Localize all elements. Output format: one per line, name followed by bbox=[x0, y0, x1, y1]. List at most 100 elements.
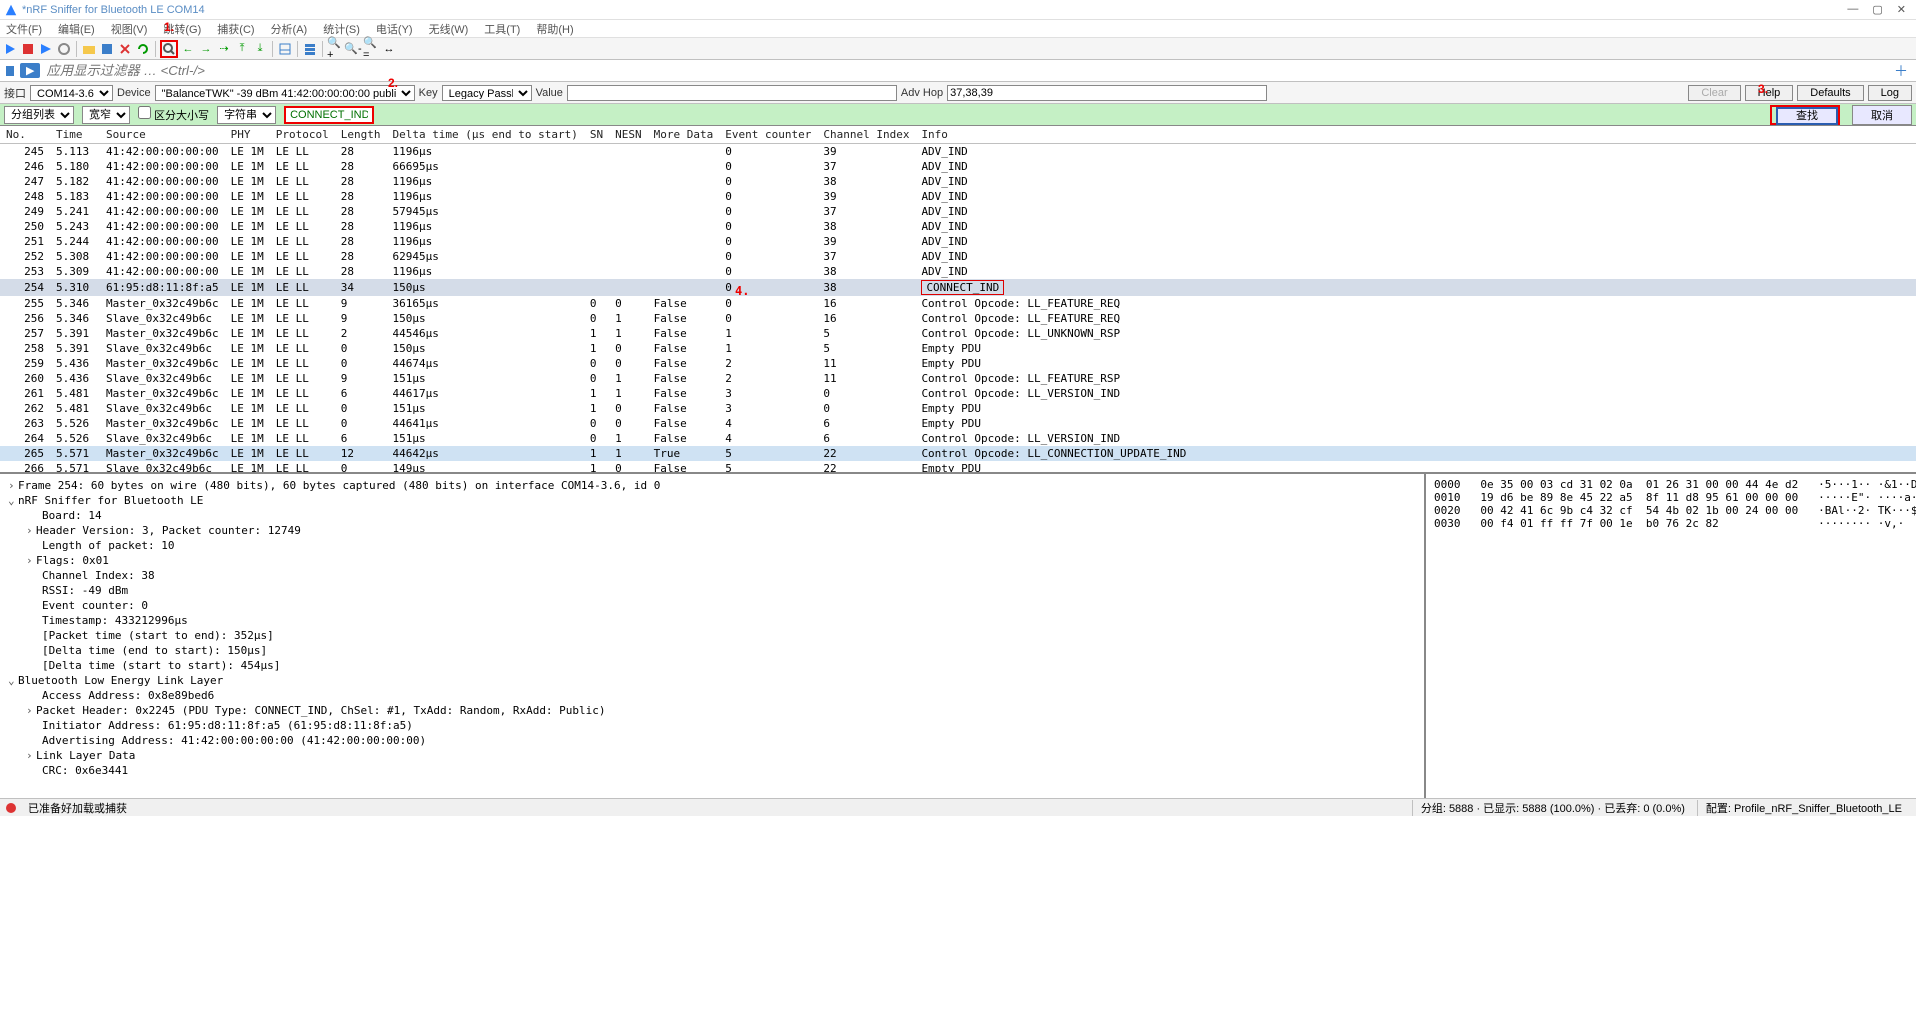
table-row[interactable]: 2605.436Slave_0x32c49b6cLE 1MLE LL9151µs… bbox=[0, 371, 1916, 386]
go-forward-icon[interactable]: → bbox=[198, 41, 214, 57]
go-last-icon[interactable]: ⤓ bbox=[252, 41, 268, 57]
table-row[interactable]: 2565.346Slave_0x32c49b6cLE 1MLE LL9150µs… bbox=[0, 311, 1916, 326]
detail-line[interactable]: [Delta time (start to start): 454µs] bbox=[8, 658, 1416, 673]
display-filter-input[interactable] bbox=[42, 61, 1886, 80]
find-type-select[interactable]: 字符串 bbox=[217, 106, 276, 124]
help-button[interactable]: Help bbox=[1745, 85, 1794, 101]
menu-edit[interactable]: 编辑(E) bbox=[54, 21, 99, 37]
menu-capture[interactable]: 捕获(C) bbox=[213, 21, 258, 37]
table-row[interactable]: 2615.481Master_0x32c49b6cLE 1MLE LL64461… bbox=[0, 386, 1916, 401]
table-row[interactable]: 2525.30841:42:00:00:00:00LE 1MLE LL28629… bbox=[0, 249, 1916, 264]
table-row[interactable]: 2575.391Master_0x32c49b6cLE 1MLE LL24454… bbox=[0, 326, 1916, 341]
zoom-out-icon[interactable]: 🔍- bbox=[345, 41, 361, 57]
start-capture-icon[interactable] bbox=[2, 41, 18, 57]
filter-apply-icon[interactable]: ▶ bbox=[20, 63, 40, 78]
maximize-button[interactable]: ▢ bbox=[1872, 3, 1882, 16]
table-row[interactable]: 2495.24141:42:00:00:00:00LE 1MLE LL28579… bbox=[0, 204, 1916, 219]
key-type-select[interactable]: Legacy Passkey bbox=[442, 85, 532, 101]
detail-line[interactable]: Advertising Address: 41:42:00:00:00:00 (… bbox=[8, 733, 1416, 748]
table-row[interactable]: 2485.18341:42:00:00:00:00LE 1MLE LL28119… bbox=[0, 189, 1916, 204]
clear-button[interactable]: Clear bbox=[1688, 85, 1740, 101]
find-cancel-button[interactable]: 取消 bbox=[1852, 105, 1912, 125]
detail-line[interactable]: Flags: 0x01 bbox=[8, 553, 1416, 568]
detail-line[interactable]: Length of packet: 10 bbox=[8, 538, 1416, 553]
menu-file[interactable]: 文件(F) bbox=[2, 21, 46, 37]
bookmark-icon[interactable] bbox=[2, 63, 18, 79]
table-row[interactable]: 2515.24441:42:00:00:00:00LE 1MLE LL28119… bbox=[0, 234, 1916, 249]
go-to-icon[interactable]: ⇢ bbox=[216, 41, 232, 57]
advhop-input[interactable] bbox=[947, 85, 1267, 101]
table-row[interactable]: 2455.11341:42:00:00:00:00LE 1MLE LL28119… bbox=[0, 144, 1916, 160]
options-icon[interactable] bbox=[56, 41, 72, 57]
find-search-button[interactable]: 查找 bbox=[1776, 107, 1838, 125]
packet-details[interactable]: Frame 254: 60 bytes on wire (480 bits), … bbox=[0, 474, 1426, 798]
table-row[interactable]: 2585.391Slave_0x32c49b6cLE 1MLE LL0150µs… bbox=[0, 341, 1916, 356]
reload-icon[interactable] bbox=[135, 41, 151, 57]
menu-wireless[interactable]: 无线(W) bbox=[425, 21, 473, 37]
detail-line[interactable]: Packet Header: 0x2245 (PDU Type: CONNECT… bbox=[8, 703, 1416, 718]
table-row[interactable]: 2635.526Master_0x32c49b6cLE 1MLE LL04464… bbox=[0, 416, 1916, 431]
detail-line[interactable]: Initiator Address: 61:95:d8:11:8f:a5 (61… bbox=[8, 718, 1416, 733]
detail-line[interactable]: [Packet time (start to end): 352µs] bbox=[8, 628, 1416, 643]
zoom-in-icon[interactable]: 🔍+ bbox=[327, 41, 343, 57]
device-select[interactable]: "BalanceTWK" -39 dBm 41:42:00:00:00:00 p… bbox=[155, 85, 415, 101]
expert-info-icon[interactable] bbox=[6, 803, 16, 813]
table-row[interactable]: 2475.18241:42:00:00:00:00LE 1MLE LL28119… bbox=[0, 174, 1916, 189]
menu-telephony[interactable]: 电话(Y) bbox=[372, 21, 417, 37]
detail-line[interactable]: CRC: 0x6e3441 bbox=[8, 763, 1416, 778]
detail-line[interactable]: Board: 14 bbox=[8, 508, 1416, 523]
find-term-input[interactable] bbox=[286, 108, 372, 122]
table-row[interactable]: 2595.436Master_0x32c49b6cLE 1MLE LL04467… bbox=[0, 356, 1916, 371]
minimize-button[interactable]: — bbox=[1847, 3, 1858, 16]
close-file-icon[interactable] bbox=[117, 41, 133, 57]
value-input[interactable] bbox=[567, 85, 897, 101]
detail-line[interactable]: Frame 254: 60 bytes on wire (480 bits), … bbox=[8, 478, 1416, 493]
detail-line[interactable]: Event counter: 0 bbox=[8, 598, 1416, 613]
colorize-icon[interactable] bbox=[302, 41, 318, 57]
table-row[interactable]: 2555.346Master_0x32c49b6cLE 1MLE LL93616… bbox=[0, 296, 1916, 311]
packet-bytes[interactable]: 0000 0e 35 00 03 cd 31 02 0a 01 26 31 00… bbox=[1426, 474, 1916, 798]
status-profile[interactable]: 配置: Profile_nRF_Sniffer_Bluetooth_LE bbox=[1697, 800, 1910, 816]
menu-help[interactable]: 帮助(H) bbox=[532, 21, 577, 37]
table-row[interactable]: 2465.18041:42:00:00:00:00LE 1MLE LL28666… bbox=[0, 159, 1916, 174]
detail-line[interactable]: Link Layer Data bbox=[8, 748, 1416, 763]
table-row[interactable]: 2625.481Slave_0x32c49b6cLE 1MLE LL0151µs… bbox=[0, 401, 1916, 416]
detail-line[interactable]: nRF Sniffer for Bluetooth LE bbox=[8, 493, 1416, 508]
interface-select[interactable]: COM14-3.6 bbox=[30, 85, 113, 101]
go-first-icon[interactable]: ⤒ bbox=[234, 41, 250, 57]
open-file-icon[interactable] bbox=[81, 41, 97, 57]
menu-tools[interactable]: 工具(T) bbox=[480, 21, 524, 37]
save-file-icon[interactable] bbox=[99, 41, 115, 57]
detail-line[interactable]: [Delta time (end to start): 150µs] bbox=[8, 643, 1416, 658]
menu-statistics[interactable]: 统计(S) bbox=[319, 21, 364, 37]
table-row[interactable]: 2645.526Slave_0x32c49b6cLE 1MLE LL6151µs… bbox=[0, 431, 1916, 446]
find-mode-select[interactable]: 分组列表 bbox=[4, 106, 74, 124]
close-button[interactable]: ✕ bbox=[1897, 3, 1906, 16]
log-button[interactable]: Log bbox=[1868, 85, 1912, 101]
detail-line[interactable]: RSSI: -49 dBm bbox=[8, 583, 1416, 598]
detail-line[interactable]: Header Version: 3, Packet counter: 12749 bbox=[8, 523, 1416, 538]
detail-line[interactable]: Channel Index: 38 bbox=[8, 568, 1416, 583]
restart-capture-icon[interactable] bbox=[38, 41, 54, 57]
resize-columns-icon[interactable]: ↔ bbox=[381, 41, 397, 57]
find-width-select[interactable]: 宽窄 bbox=[82, 106, 130, 124]
detail-line[interactable]: Bluetooth Low Energy Link Layer bbox=[8, 673, 1416, 688]
table-row[interactable]: 2665.571Slave_0x32c49b6cLE 1MLE LL0149µs… bbox=[0, 461, 1916, 474]
table-row[interactable]: 2535.30941:42:00:00:00:00LE 1MLE LL28119… bbox=[0, 264, 1916, 279]
table-row[interactable]: 2545.31061:95:d8:11:8f:a5LE 1MLE LL34150… bbox=[0, 279, 1916, 296]
defaults-button[interactable]: Defaults bbox=[1797, 85, 1863, 101]
detail-line[interactable]: Timestamp: 433212996µs bbox=[8, 613, 1416, 628]
table-row[interactable]: 2505.24341:42:00:00:00:00LE 1MLE LL28119… bbox=[0, 219, 1916, 234]
menu-analyze[interactable]: 分析(A) bbox=[267, 21, 312, 37]
case-checkbox[interactable] bbox=[138, 106, 151, 119]
go-back-icon[interactable]: ← bbox=[180, 41, 196, 57]
filter-add-button[interactable]: ＋ bbox=[1888, 61, 1914, 81]
auto-scroll-icon[interactable] bbox=[277, 41, 293, 57]
table-row[interactable]: 2655.571Master_0x32c49b6cLE 1MLE LL12446… bbox=[0, 446, 1916, 461]
detail-line[interactable]: Access Address: 0x8e89bed6 bbox=[8, 688, 1416, 703]
packet-list[interactable]: 4. No. Time Source PHY Protocol Length D… bbox=[0, 126, 1916, 474]
stop-capture-icon[interactable] bbox=[20, 41, 36, 57]
find-packet-icon[interactable] bbox=[160, 40, 178, 58]
menu-view[interactable]: 视图(V) bbox=[107, 21, 152, 37]
zoom-reset-icon[interactable]: 🔍= bbox=[363, 41, 379, 57]
